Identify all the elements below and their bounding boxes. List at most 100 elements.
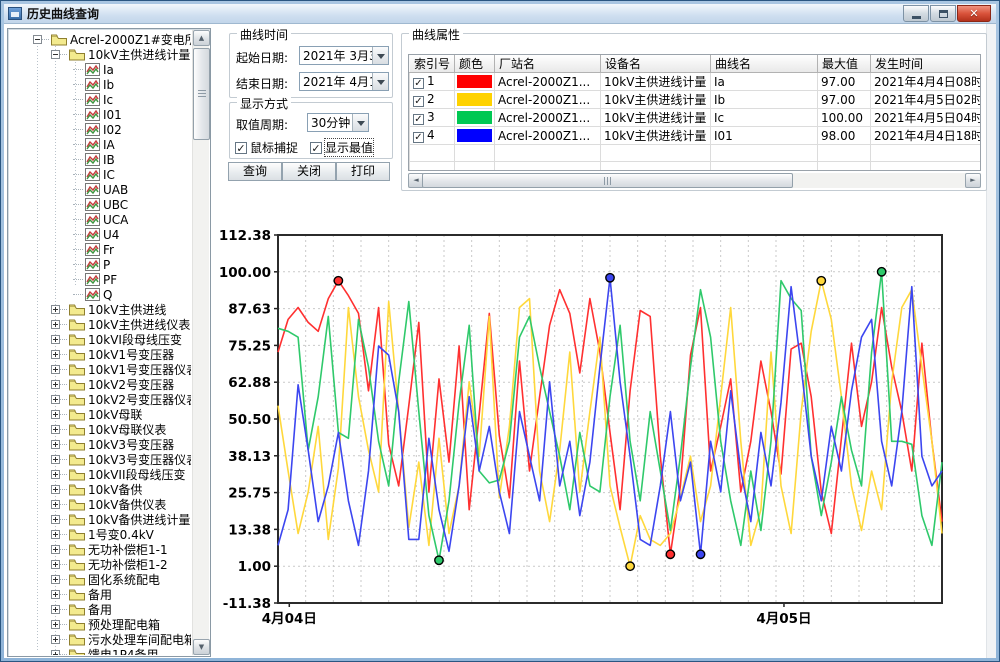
tree-item-curve[interactable]: I02 [9, 122, 191, 137]
tree-item-folder[interactable]: 10kV主供进线仪表 [9, 317, 191, 332]
row-checkbox[interactable]: ✓ [413, 96, 424, 107]
end-date-dropdown-button[interactable] [372, 73, 388, 90]
scroll-up-button[interactable]: ▲ [193, 30, 210, 46]
minimize-button[interactable] [903, 5, 929, 22]
tree-item-curve[interactable]: P [9, 257, 191, 272]
tree-item-curve[interactable]: Q [9, 287, 191, 302]
expand-plus-icon[interactable] [51, 530, 60, 539]
expand-plus-icon[interactable] [51, 575, 60, 584]
tree-item-folder[interactable]: 10kV3号变压器仪表 [9, 452, 191, 467]
expand-plus-icon[interactable] [51, 425, 60, 434]
expand-plus-icon[interactable] [51, 635, 60, 644]
expand-plus-icon[interactable] [51, 590, 60, 599]
expand-plus-icon[interactable] [51, 500, 60, 509]
expand-plus-icon[interactable] [51, 395, 60, 404]
tree-item-curve[interactable]: IA [9, 137, 191, 152]
scroll-down-button[interactable]: ▼ [193, 639, 210, 655]
expand-plus-icon[interactable] [51, 320, 60, 329]
expand-plus-icon[interactable] [51, 350, 60, 359]
column-header[interactable]: 索引号 [409, 55, 455, 73]
tree-item-curve[interactable]: IC [9, 167, 191, 182]
tree-item-folder[interactable]: 固化系统配电 [9, 572, 191, 587]
tree-scrollbar-thumb[interactable] [193, 48, 210, 140]
query-button[interactable]: 查询 [228, 162, 282, 181]
expand-plus-icon[interactable] [51, 485, 60, 494]
mouse-capture-checkbox[interactable]: ✓ [235, 141, 247, 154]
tree-item-folder[interactable]: 备用 [9, 587, 191, 602]
tree-item-folder[interactable]: 备用 [9, 602, 191, 617]
column-header[interactable]: 设备名 [600, 55, 711, 73]
tree-item-curve[interactable]: UAB [9, 182, 191, 197]
expand-plus-icon[interactable] [51, 335, 60, 344]
scroll-right-button[interactable]: ► [965, 173, 981, 188]
expand-plus-icon[interactable] [51, 470, 60, 479]
table-row[interactable]: ✓ 3 Acrel-2000Z1... 10kV主供进线计量 Ic 100.00 2021年… [409, 108, 980, 127]
row-checkbox[interactable]: ✓ [413, 78, 424, 89]
maximize-button[interactable] [930, 5, 956, 22]
tree-item-folder[interactable]: 馈电1P4备用 [9, 647, 191, 655]
collapse-minus-icon[interactable] [33, 35, 42, 44]
period-dropdown-button[interactable] [352, 114, 368, 131]
tree-item-folder[interactable]: 10kV1号变压器 [9, 347, 191, 362]
print-button[interactable]: 打印 [336, 162, 390, 181]
tree-item-folder[interactable]: 10kV母联 [9, 407, 191, 422]
tree-item-curve[interactable]: U4 [9, 227, 191, 242]
tree-item-folder[interactable]: 10kV主供进线计量 [9, 47, 191, 62]
tree-item-curve[interactable]: I01 [9, 107, 191, 122]
tree-item-curve[interactable]: UCA [9, 212, 191, 227]
expand-plus-icon[interactable] [51, 305, 60, 314]
expand-plus-icon[interactable] [51, 560, 60, 569]
tree-item-curve[interactable]: PF [9, 272, 191, 287]
tree-item-folder[interactable]: 无功补偿柜1-1 [9, 542, 191, 557]
tree-item-curve[interactable]: Fr [9, 242, 191, 257]
row-checkbox[interactable]: ✓ [413, 132, 424, 143]
expand-plus-icon[interactable] [51, 620, 60, 629]
tree-item-curve[interactable]: Ia [9, 62, 191, 77]
table-row[interactable]: ✓ 2 Acrel-2000Z1... 10kV主供进线计量 Ib 97.00 2021年4… [409, 90, 980, 109]
expand-plus-icon[interactable] [51, 545, 60, 554]
expand-plus-icon[interactable] [51, 515, 60, 524]
period-combobox[interactable]: 30分钟 [307, 113, 369, 132]
expand-plus-icon[interactable] [51, 605, 60, 614]
column-header[interactable]: 颜色 [454, 55, 495, 73]
tree-item-curve[interactable]: Ic [9, 92, 191, 107]
tree-item-curve[interactable]: UBC [9, 197, 191, 212]
column-header[interactable]: 发生时间 [870, 55, 980, 73]
table-row[interactable]: ✓ 4 Acrel-2000Z1... 10kV主供进线计量 I01 98.00 2021年… [409, 126, 980, 145]
tree-item-folder[interactable]: 10kV2号变压器 [9, 377, 191, 392]
collapse-minus-icon[interactable] [51, 50, 60, 59]
tree-item-folder[interactable]: 无功补偿柜1-2 [9, 557, 191, 572]
tree-item-folder[interactable]: 10kV母联仪表 [9, 422, 191, 437]
tree-item-folder[interactable]: 10kVI段母线压变 [9, 332, 191, 347]
tree-item-folder[interactable]: Acrel-2000Z1#变电所 [9, 32, 191, 47]
expand-plus-icon[interactable] [51, 650, 60, 655]
tree-item-folder[interactable]: 10kV3号变压器 [9, 437, 191, 452]
table-row[interactable]: ✓ 1 Acrel-2000Z1... 10kV主供进线计量 Ia 97.00 2021年4… [409, 72, 980, 91]
tree-item-folder[interactable]: 10kVII段母线压变 [9, 467, 191, 482]
column-header[interactable]: 最大值 [817, 55, 871, 73]
column-header[interactable]: 曲线名 [710, 55, 818, 73]
tree-item-folder[interactable]: 10kV2号变压器仪表 [9, 392, 191, 407]
tree-item-folder[interactable]: 10kV备供仪表 [9, 497, 191, 512]
expand-plus-icon[interactable] [51, 455, 60, 464]
column-header[interactable]: 厂站名 [494, 55, 601, 73]
start-date-combobox[interactable]: 2021年 3月30 [299, 46, 389, 65]
tree-item-folder[interactable]: 10kV备供进线计量 [9, 512, 191, 527]
tree-item-folder[interactable]: 1号变0.4kV [9, 527, 191, 542]
row-checkbox[interactable]: ✓ [413, 114, 424, 125]
table-scrollbar-thumb[interactable] [422, 173, 793, 188]
tree-item-folder[interactable]: 10kV备供 [9, 482, 191, 497]
start-date-dropdown-button[interactable] [372, 47, 388, 64]
tree-item-folder[interactable]: 污水处理车间配电箱 [9, 632, 191, 647]
end-date-combobox[interactable]: 2021年 4月14 [299, 72, 389, 91]
tree-item-curve[interactable]: Ib [9, 77, 191, 92]
tree-item-folder[interactable]: 10kV主供进线 [9, 302, 191, 317]
expand-plus-icon[interactable] [51, 410, 60, 419]
tree-scrollbar[interactable]: ▲ ▼ [192, 30, 210, 655]
table-scrollbar[interactable]: ◄ ► [408, 173, 981, 188]
tree-item-curve[interactable]: IB [9, 152, 191, 167]
expand-plus-icon[interactable] [51, 365, 60, 374]
show-extremes-checkbox[interactable]: ✓ [310, 141, 322, 154]
close-action-button[interactable]: 关闭 [282, 162, 336, 181]
tree-item-folder[interactable]: 预处理配电箱 [9, 617, 191, 632]
